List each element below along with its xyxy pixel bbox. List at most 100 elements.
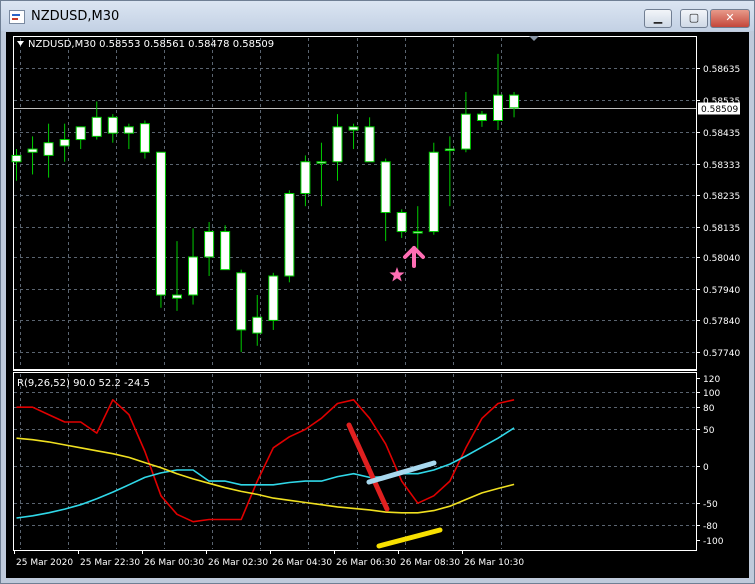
candle-body bbox=[91, 116, 102, 137]
indicator-legend: R(9,26,52) 90.0 52.2 -24.5 bbox=[17, 378, 150, 389]
candle-body bbox=[396, 212, 407, 233]
indicator-tick-label: -50 bbox=[703, 500, 718, 510]
chart-window: NZDUSD,M30 ▁ ▢ ✕ NZDUSD,M30 0.58553 0.58… bbox=[0, 0, 755, 584]
indicator-tick-label: 80 bbox=[703, 404, 715, 414]
chart-area[interactable]: NZDUSD,M30 0.58553 0.58561 0.58478 0.585… bbox=[6, 32, 749, 578]
indicator-series-line-1 bbox=[16, 427, 515, 519]
candle-body bbox=[412, 231, 423, 234]
time-tick-label: 25 Mar 22:30 bbox=[80, 558, 140, 568]
candle bbox=[284, 190, 295, 283]
candle bbox=[380, 158, 391, 242]
indicator-axis[interactable]: 120 100 80 50 0 -50 -80 -100 bbox=[696, 375, 724, 547]
indicator-tick-label: 100 bbox=[703, 389, 720, 399]
candle-body bbox=[268, 275, 279, 321]
candle-body bbox=[493, 94, 503, 121]
price-tick-label: 0.58235 bbox=[703, 192, 740, 202]
candle bbox=[172, 241, 182, 311]
chart-svg[interactable]: NZDUSD,M30 0.58553 0.58561 0.58478 0.585… bbox=[6, 32, 749, 578]
candle-body bbox=[155, 151, 166, 296]
candle bbox=[428, 142, 439, 235]
candle bbox=[43, 123, 54, 178]
candle bbox=[155, 151, 166, 308]
candle-body bbox=[236, 272, 247, 331]
candle-body bbox=[380, 161, 391, 214]
candle bbox=[188, 228, 199, 305]
candle-body bbox=[348, 126, 359, 131]
candle bbox=[123, 123, 134, 150]
price-tick-label: 0.58435 bbox=[703, 129, 740, 139]
price-tick-label: 0.58635 bbox=[703, 65, 740, 75]
candle bbox=[139, 120, 150, 159]
candle bbox=[107, 114, 118, 143]
price-tick-label: 0.57740 bbox=[703, 349, 740, 359]
candle-body bbox=[107, 116, 118, 134]
indicator-tick-label: 0 bbox=[703, 463, 709, 473]
time-axis[interactable]: 25 Mar 2020 25 Mar 22:30 26 Mar 00:30 26 Ma… bbox=[14, 550, 525, 568]
minimize-button[interactable]: ▁ bbox=[644, 9, 672, 28]
candle bbox=[27, 136, 38, 175]
candle bbox=[332, 114, 343, 181]
price-tick-label: 0.58040 bbox=[703, 254, 740, 264]
indicator-tick-label: 50 bbox=[703, 426, 715, 436]
close-icon: ✕ bbox=[725, 11, 735, 24]
candle-body bbox=[300, 161, 311, 194]
candle bbox=[396, 209, 407, 238]
candle-body bbox=[188, 256, 199, 296]
price-tick-label: 0.57940 bbox=[703, 286, 740, 296]
window-title: NZDUSD,M30 bbox=[31, 9, 120, 24]
candle bbox=[236, 269, 247, 353]
time-tick-label: 26 Mar 10:30 bbox=[464, 558, 524, 568]
minimize-icon: ▁ bbox=[653, 11, 663, 24]
candle-body bbox=[43, 142, 54, 156]
price-panel-frame bbox=[13, 36, 697, 370]
candles-layer bbox=[11, 53, 520, 353]
candle bbox=[220, 225, 231, 271]
candle bbox=[460, 91, 471, 153]
price-tick-label: 0.58135 bbox=[703, 224, 740, 234]
indicator-tick-label: -80 bbox=[703, 522, 718, 532]
maximize-button[interactable]: ▢ bbox=[680, 9, 708, 28]
indicator-tick-label: -100 bbox=[703, 537, 724, 547]
candle-body bbox=[139, 123, 150, 153]
candle-body bbox=[284, 192, 295, 277]
candle-body bbox=[75, 126, 86, 141]
candle-body bbox=[364, 126, 375, 163]
candle-body bbox=[509, 94, 520, 109]
candle bbox=[348, 123, 359, 150]
candle-body bbox=[220, 231, 231, 271]
title-bar[interactable]: NZDUSD,M30 ▁ ▢ ✕ bbox=[1, 1, 754, 31]
candle-body bbox=[252, 316, 263, 334]
time-tick-label: 26 Mar 02:30 bbox=[208, 558, 268, 568]
candle bbox=[412, 206, 423, 251]
candle bbox=[59, 123, 70, 162]
candle-body bbox=[460, 113, 471, 150]
candle-body bbox=[59, 139, 70, 147]
candle bbox=[91, 101, 102, 140]
price-legend: NZDUSD,M30 0.58553 0.58561 0.58478 0.585… bbox=[28, 39, 274, 50]
indicator-series-line-0 bbox=[16, 398, 515, 523]
annotation-star-icon[interactable] bbox=[389, 267, 405, 282]
chart-app-icon bbox=[9, 10, 25, 24]
legend-dropdown-icon[interactable] bbox=[17, 41, 24, 46]
candle bbox=[268, 272, 279, 330]
candle-body bbox=[204, 231, 215, 258]
candle bbox=[75, 126, 86, 150]
chart-shift-marker-icon[interactable] bbox=[529, 36, 539, 41]
candle-body bbox=[123, 126, 134, 134]
annotation-yellow-line[interactable] bbox=[376, 527, 443, 549]
candle-body bbox=[172, 294, 182, 299]
annotation-up-arrow-icon[interactable] bbox=[403, 246, 425, 268]
candle bbox=[476, 110, 487, 127]
candle-body bbox=[444, 148, 455, 152]
time-tick-label: 26 Mar 00:30 bbox=[144, 558, 204, 568]
candle bbox=[300, 155, 311, 207]
price-tick-label: 0.58333 bbox=[703, 161, 740, 171]
time-tick-label: 26 Mar 08:30 bbox=[400, 558, 460, 568]
candle bbox=[364, 117, 375, 163]
candle-body bbox=[11, 154, 22, 163]
indicator-panel-frame bbox=[13, 372, 697, 551]
indicator-lines-layer bbox=[16, 398, 515, 523]
indicator-tick-label: 120 bbox=[703, 375, 720, 385]
close-button[interactable]: ✕ bbox=[710, 9, 750, 28]
candle bbox=[509, 91, 520, 118]
